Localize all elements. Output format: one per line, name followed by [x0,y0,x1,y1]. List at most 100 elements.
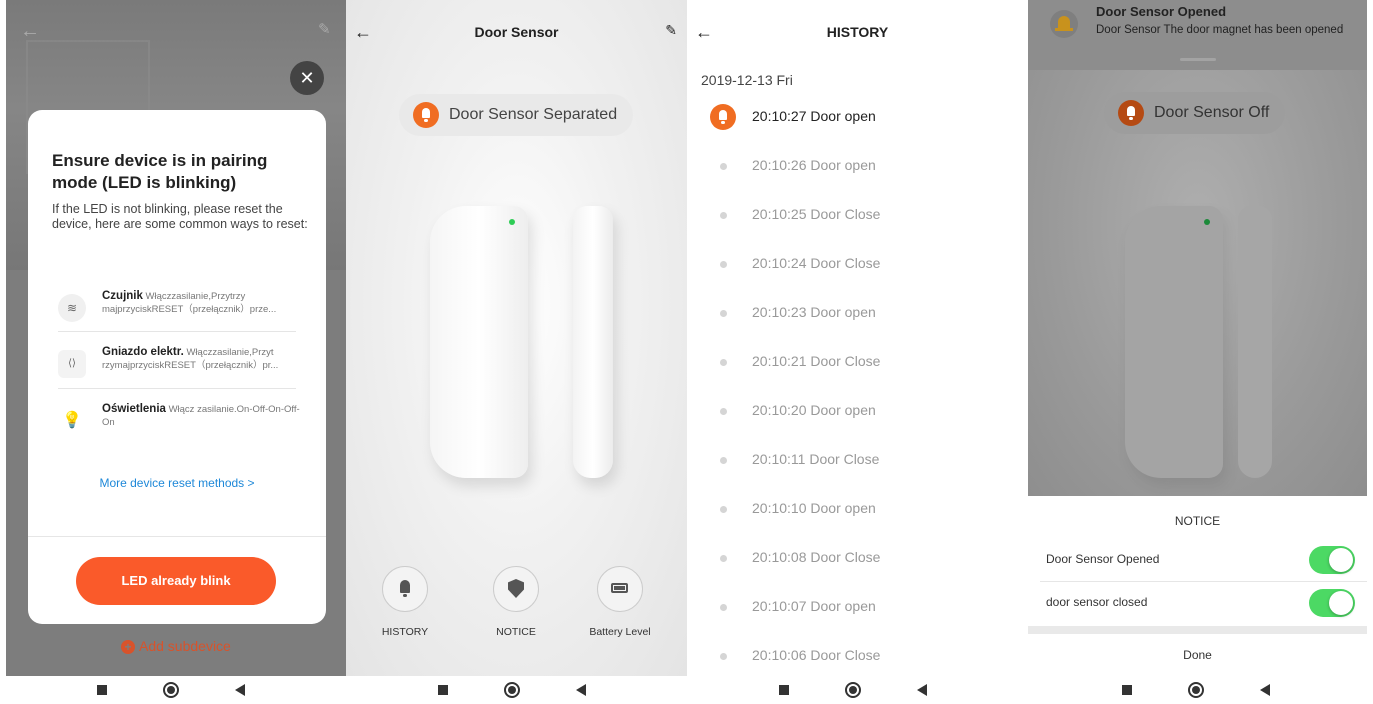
notification-banner[interactable]: Door Sensor Opened Door Sensor The door … [1028,0,1367,70]
timeline-dot-icon [720,310,727,317]
history-entry: 20:10:26 Door open [687,145,1028,194]
edit-icon[interactable]: ✎ [665,22,677,39]
notice-toggle[interactable] [1309,546,1355,574]
history-entry-text: 20:10:25 Door Close [752,206,881,222]
notice-option-label: door sensor closed [1046,595,1148,609]
history-entry-text: 20:10:08 Door Close [752,549,881,565]
door-sensor-magnet [1238,206,1272,478]
plus-icon: + [121,640,135,654]
page-title: HISTORY [826,24,889,40]
tab-battery-level[interactable]: Battery Level [570,566,670,638]
system-nav-bar [0,676,341,704]
bell-icon [1050,10,1078,38]
history-date: 2019-12-13 Fri [701,72,793,88]
history-entry: 20:10:11 Door Close [687,439,1028,488]
screenshot-collage: ← ✎ ✕ Ensure device is in pairing mode (… [0,0,1373,704]
timeline-dot-icon [720,408,727,415]
history-entry-text: 20:10:27 Door open [752,108,876,124]
back-button[interactable] [234,684,245,696]
history-entry: 20:10:21 Door Close [687,341,1028,390]
timeline-dot-icon [720,212,727,219]
timeline-dot-icon [720,261,727,268]
status-pill: Door Sensor Off [1104,92,1286,134]
notice-sheet: NOTICE Door Sensor Opened door sensor cl… [1028,496,1367,676]
add-subdevice-button[interactable]: + Add subdevice [121,638,231,654]
drag-handle[interactable] [1180,58,1216,61]
sensor-icon: ≋ [58,294,86,322]
pairing-screen: ← ✎ ✕ Ensure device is in pairing mode (… [6,0,346,676]
history-entry: 20:10:27 Door open [687,96,1028,145]
reset-method-item[interactable]: 💡 Oświetlenia Włącz zasilanie.On-Off-On-… [58,397,300,453]
socket-icon: ⟨⟩ [58,350,86,378]
notification-body: Door Sensor The door magnet has been ope… [1096,24,1344,36]
light-bulb-icon: 💡 [58,407,86,435]
back-arrow-icon[interactable]: ← [20,20,40,43]
status-text: Door Sensor Separated [449,106,618,123]
reset-method-text: Gniazdo elektr. Włączzasilanie,Przyt rzy… [102,346,279,371]
tab-notice[interactable]: NOTICE [466,566,566,638]
tab-label: HISTORY [381,626,429,638]
history-entry-text: 20:10:20 Door open [752,402,876,418]
home-button[interactable] [844,682,861,698]
divider [58,331,296,332]
home-button[interactable] [1187,682,1204,698]
history-entry-text: 20:10:11 Door Close [752,451,880,467]
bell-icon [1118,100,1144,126]
status-text: Door Sensor Off [1154,104,1270,121]
reset-method-text: Oświetlenia Włącz zasilanie.On-Off-On-Of… [102,403,300,428]
led-already-blink-button[interactable]: LED already blink [76,557,276,605]
history-entry: 20:10:07 Door open [687,586,1028,635]
timeline-dot-icon [720,457,727,464]
recents-button[interactable] [1121,685,1132,695]
home-button[interactable] [503,682,520,698]
dialog-description: If the LED is not blinking, please reset… [52,202,308,231]
history-entry: 20:10:08 Door Close [687,537,1028,586]
back-button[interactable] [575,684,586,696]
notification-title: Door Sensor Opened [1096,4,1227,19]
more-reset-methods-link[interactable]: More device reset methods > [28,476,326,490]
history-entry: 20:10:20 Door open [687,390,1028,439]
history-entry-text: 20:10:06 Door Close [752,647,881,663]
done-button[interactable]: Done [1028,648,1367,662]
history-entry: 20:10:24 Door Close [687,243,1028,292]
battery-icon [597,566,643,612]
timeline-dot-icon [720,653,727,660]
page-title: Door Sensor [474,24,559,40]
notice-toggle[interactable] [1309,589,1355,617]
device-screen: ← Door Sensor ✎ Door Sensor Separated HI… [346,0,687,676]
tab-label: NOTICE [496,626,536,638]
divider [1028,626,1367,634]
sheet-title: NOTICE [1174,514,1221,528]
recents-button[interactable] [437,685,448,695]
history-entry-text: 20:10:21 Door Close [752,353,881,369]
divider [28,536,326,537]
edit-icon[interactable]: ✎ [318,20,331,38]
reset-method-text: Czujnik Włączzasilanie,Przytrzy majprzyc… [102,290,277,315]
dialog-title: Ensure device is in pairing mode (LED is… [52,151,268,192]
tab-history[interactable]: HISTORY [355,566,455,638]
close-button[interactable]: ✕ [290,61,324,95]
back-button[interactable] [916,684,927,696]
bell-icon [382,566,428,612]
notice-screen: Door Sensor Opened Door Sensor The door … [1028,0,1367,676]
system-nav-bar [682,676,1023,704]
timeline-dot-icon [720,506,727,513]
app-bar: ← Door Sensor ✎ [346,22,687,44]
history-entry: 20:10:25 Door Close [687,194,1028,243]
history-entry: 20:10:10 Door open [687,488,1028,537]
history-entry: 20:10:06 Door Close [687,635,1028,676]
status-pill: Door Sensor Separated [399,94,634,136]
recents-button[interactable] [96,685,107,695]
history-entry-text: 20:10:26 Door open [752,157,876,173]
history-entry: 20:10:23 Door open [687,292,1028,341]
history-entry-text: 20:10:07 Door open [752,598,876,614]
back-button[interactable] [1259,684,1270,696]
home-button[interactable] [162,682,179,698]
notice-option-row: Door Sensor Opened [1028,538,1367,582]
timeline-dot-icon [720,604,727,611]
recents-button[interactable] [778,685,789,695]
pairing-dialog: Ensure device is in pairing mode (LED is… [28,110,326,624]
door-sensor-body [430,206,528,478]
history-entry-text: 20:10:10 Door open [752,500,876,516]
system-nav-bar [1025,676,1366,704]
